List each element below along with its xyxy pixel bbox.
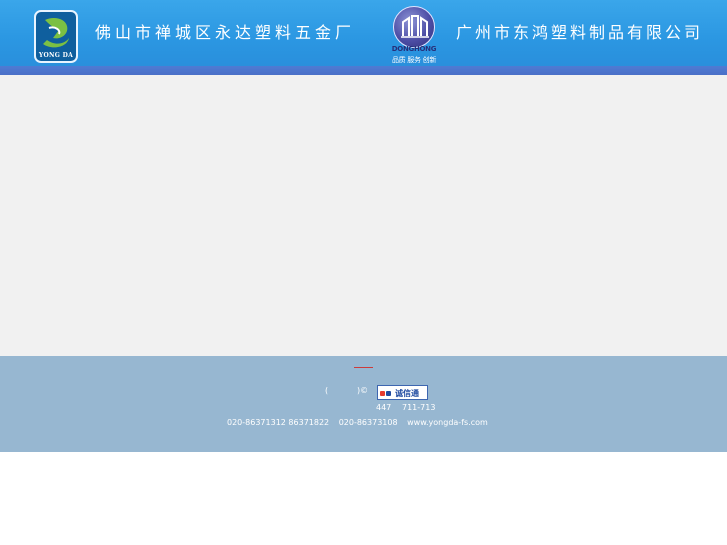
company-name-donghong: 广州市东鸿塑料制品有限公司 — [456, 23, 704, 42]
website-link[interactable]: www.yongda-fs.com — [407, 418, 488, 427]
footer-accent-rule — [354, 367, 373, 368]
donghong-tagline: 品质 服务 创新 — [391, 56, 437, 64]
phone-numbers: 020-86371312 86371822 — [227, 418, 330, 427]
yongda-logo-icon — [43, 18, 69, 48]
trust-badge-icon — [380, 389, 392, 398]
contact-line: 020-86371312 86371822 020-86373108 www.y… — [227, 418, 495, 427]
site-header: YONG DA 佛山市禅城区永达塑料五金厂 DONGHONG 品质 服务 创新 … — [0, 0, 727, 66]
yongda-logo[interactable]: YONG DA — [34, 10, 78, 63]
company-name-yongda: 佛山市禅城区永达塑料五金厂 — [95, 23, 356, 42]
copyright-mark: )© — [357, 386, 369, 395]
trust-badge[interactable]: 诚信通 — [377, 385, 428, 400]
trust-badge-label: 诚信通 — [395, 389, 419, 398]
donghong-brand: DONGHONG — [391, 45, 437, 53]
main-content — [0, 75, 727, 356]
yongda-wordmark: YONG DA — [38, 52, 74, 59]
donghong-globe-icon — [393, 6, 435, 48]
fax-number: 020-86373108 — [338, 418, 398, 427]
site-footer: ( )© 诚信通 447 711-713 020-86371312 863718… — [0, 356, 727, 452]
footer-paren: ( — [325, 386, 329, 395]
registration-number: 447 — [376, 403, 392, 412]
donghong-logo[interactable]: DONGHONG 品质 服务 创新 — [383, 5, 447, 67]
header-accent-bar — [0, 66, 727, 75]
registration-range: 711-713 — [402, 403, 436, 412]
